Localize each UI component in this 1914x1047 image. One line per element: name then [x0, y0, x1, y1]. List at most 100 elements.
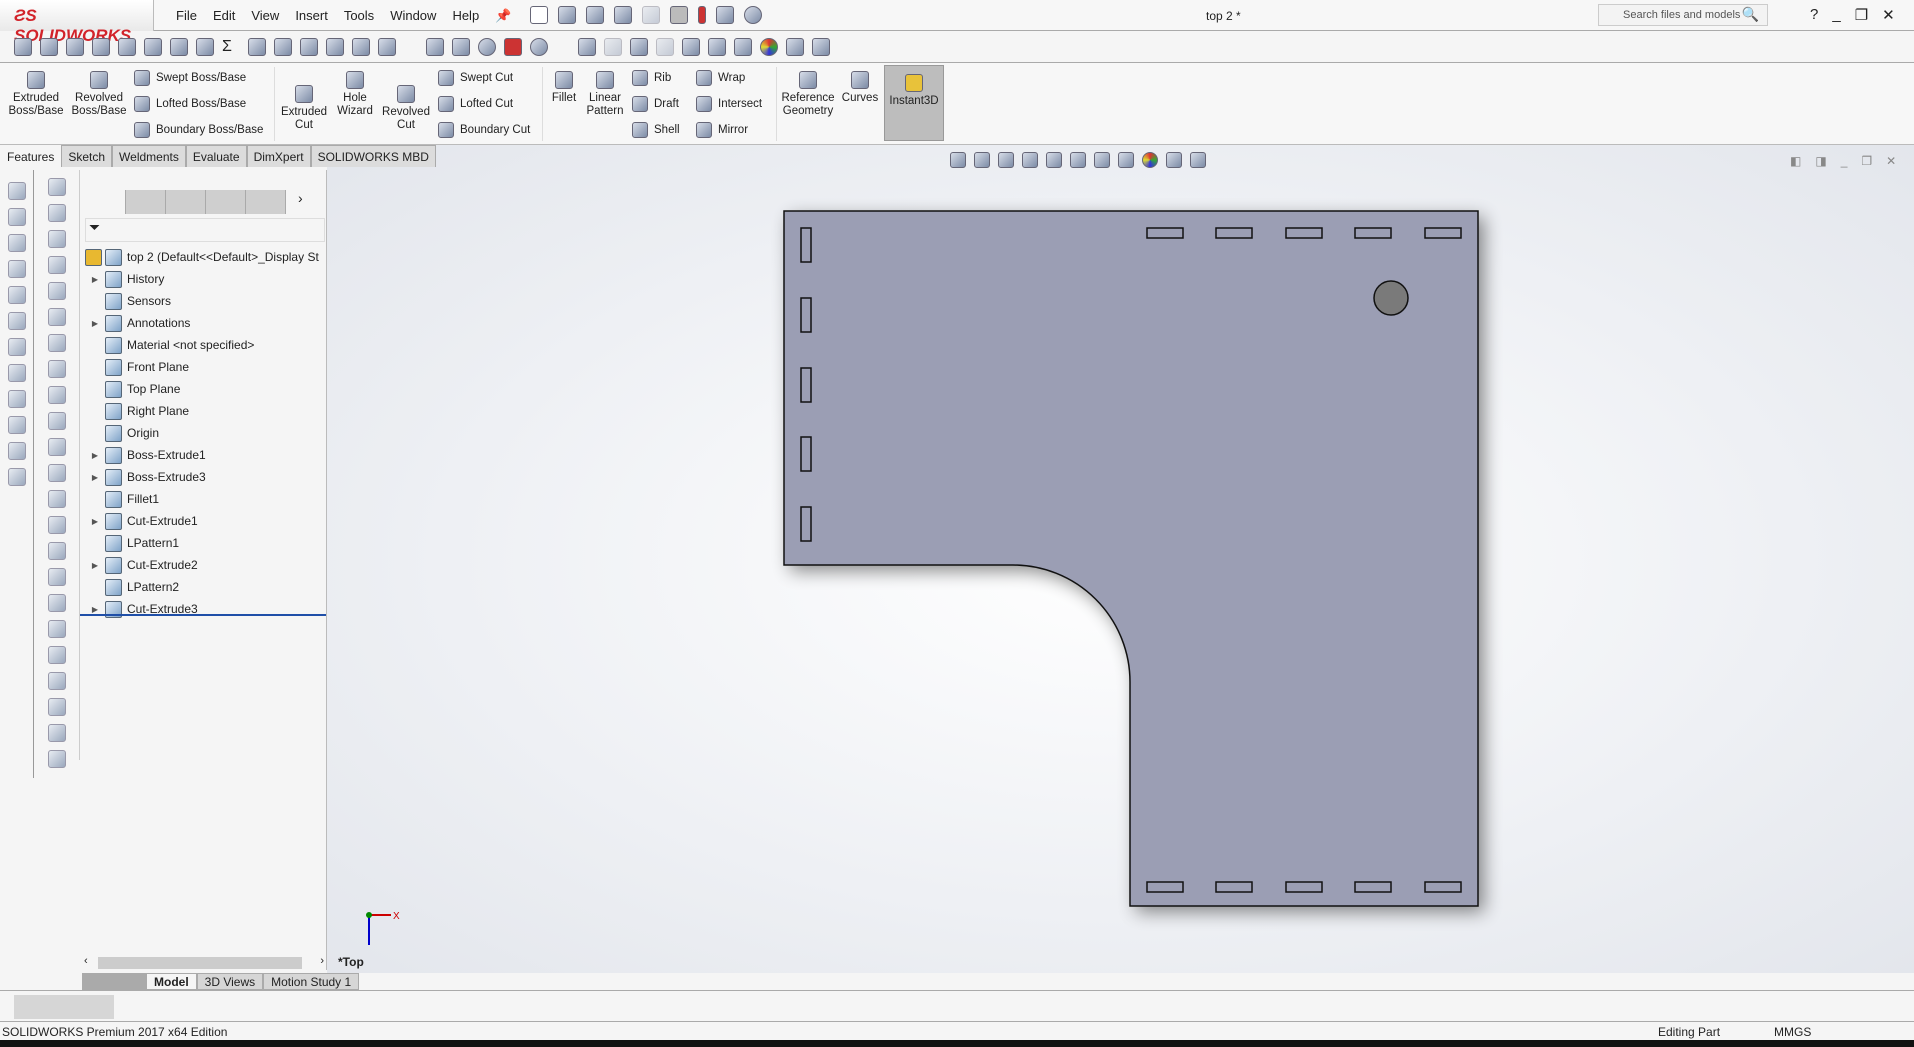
configuration-manager-tab[interactable] — [166, 190, 206, 214]
extruded-cut-button[interactable]: Extruded Cut — [278, 77, 330, 132]
dynamic-annotation-icon[interactable] — [1046, 152, 1062, 168]
expand-arrow-icon[interactable]: ▶ — [85, 319, 105, 328]
search-icon[interactable]: 🔍 — [1742, 6, 1759, 23]
tab-solidworks-mbd[interactable]: SOLIDWORKS MBD — [310, 145, 436, 167]
view-box-icon[interactable] — [8, 182, 26, 200]
close-button[interactable]: ✕ — [1882, 6, 1895, 24]
zoom-to-area-icon[interactable] — [974, 152, 990, 168]
tree-item[interactable]: ▶ Cut-Extrude2 — [85, 554, 325, 576]
display-style-icon[interactable] — [708, 38, 726, 56]
sketch-tool-icon[interactable] — [48, 438, 66, 456]
feature-manager-tab[interactable] — [86, 190, 126, 214]
save-icon[interactable] — [586, 6, 604, 24]
sketch-tool-icon[interactable] — [48, 204, 66, 222]
tree-item[interactable]: Top Plane — [85, 378, 325, 400]
rib-button[interactable]: Rib — [632, 70, 671, 86]
tree-horizontal-scrollbar[interactable]: ‹ › — [84, 955, 324, 970]
wrap-button[interactable]: Wrap — [696, 70, 745, 86]
viewport-restore-button[interactable]: ❐ — [1861, 154, 1872, 168]
previous-view-icon[interactable] — [998, 152, 1014, 168]
instant3d-button[interactable]: Instant3D — [884, 65, 944, 141]
sketch-tool-icon[interactable] — [48, 256, 66, 274]
extruded-boss-button[interactable]: Extruded Boss/Base — [6, 63, 66, 118]
office-icon[interactable] — [504, 38, 522, 56]
measure-icon[interactable] — [40, 38, 58, 56]
rebuild-icon[interactable] — [698, 6, 706, 24]
pin-icon[interactable]: 📌 — [495, 8, 511, 24]
tree-item[interactable]: ▶ Cut-Extrude1 — [85, 510, 325, 532]
view-box-icon[interactable] — [8, 260, 26, 278]
sketch-tool-icon[interactable] — [48, 646, 66, 664]
hole-cutout[interactable] — [1373, 280, 1409, 316]
paste-icon[interactable] — [8, 468, 26, 486]
tab-3d-views[interactable]: 3D Views — [196, 973, 264, 990]
tree-item[interactable]: LPattern2 — [85, 576, 325, 598]
tab-features[interactable]: Features — [0, 145, 62, 167]
tree-item[interactable]: ▶ Boss-Extrude3 — [85, 466, 325, 488]
fillet-button[interactable]: Fillet — [546, 63, 582, 105]
mass-properties-icon[interactable] — [66, 38, 84, 56]
view-orientation-icon[interactable] — [1070, 152, 1086, 168]
section-properties-icon[interactable] — [92, 38, 110, 56]
boundary-boss-button[interactable]: Boundary Boss/Base — [134, 122, 263, 138]
intersect-button[interactable]: Intersect — [696, 96, 762, 112]
copy-icon[interactable] — [8, 442, 26, 460]
chevron-right-icon[interactable]: › — [298, 190, 303, 214]
spell-check-icon[interactable] — [14, 38, 32, 56]
linear-pattern-button[interactable]: Linear Pattern — [584, 63, 626, 118]
edit-icon[interactable] — [8, 390, 26, 408]
expand-arrow-icon[interactable]: ▶ — [85, 473, 105, 482]
hole-wizard-button[interactable]: Hole Wizard — [332, 63, 378, 118]
display-manager-tab[interactable] — [246, 190, 286, 214]
sketch-tool-icon[interactable] — [48, 178, 66, 196]
draft-analysis-icon[interactable] — [248, 38, 266, 56]
sketch-tool-icon[interactable] — [48, 724, 66, 742]
sketch-tool-icon[interactable] — [48, 334, 66, 352]
dimxpert-manager-tab[interactable] — [206, 190, 246, 214]
part-viewport[interactable]: X — [327, 145, 1914, 973]
menu-tools[interactable]: Tools — [344, 8, 374, 24]
minimize-button[interactable]: _ — [1832, 6, 1840, 24]
revolved-cut-button[interactable]: Revolved Cut — [380, 77, 432, 132]
scene-icon[interactable] — [786, 38, 804, 56]
sketch-tool-icon[interactable] — [48, 672, 66, 690]
swept-boss-button[interactable]: Swept Boss/Base — [134, 70, 246, 86]
parting-line-icon[interactable] — [300, 38, 318, 56]
solidworks-logo[interactable]: ƧS SOLIDWORKS — [0, 0, 154, 45]
expand-arrow-icon[interactable]: ▶ — [85, 605, 105, 614]
file-properties-icon[interactable] — [716, 6, 734, 24]
revolved-boss-button[interactable]: Revolved Boss/Base — [70, 63, 128, 118]
sketch-tool-icon[interactable] — [48, 308, 66, 326]
tab-model[interactable]: Model — [146, 973, 197, 990]
swept-cut-button[interactable]: Swept Cut — [438, 70, 513, 86]
performance-icon[interactable] — [144, 38, 162, 56]
configuration-dropdown[interactable] — [14, 995, 114, 1019]
sketch-tool-icon[interactable] — [48, 750, 66, 768]
sketch-tool-icon[interactable] — [48, 620, 66, 638]
menu-insert[interactable]: Insert — [295, 8, 328, 24]
menu-help[interactable]: Help — [452, 8, 479, 24]
tile-right-icon[interactable]: ◨ — [1815, 154, 1826, 168]
new-file-icon[interactable] — [530, 6, 548, 24]
sketch-tool-icon[interactable] — [48, 412, 66, 430]
compare-icon[interactable] — [530, 38, 548, 56]
tree-filter[interactable]: ⏷ — [85, 218, 325, 242]
zebra-icon[interactable] — [452, 38, 470, 56]
menu-view[interactable]: View — [251, 8, 279, 24]
viewport-minimize-button[interactable]: _ — [1841, 154, 1848, 168]
mirror-button[interactable]: Mirror — [696, 122, 748, 138]
tile-left-icon[interactable]: ◧ — [1790, 154, 1801, 168]
print-icon[interactable] — [614, 6, 632, 24]
sketch-tool-icon[interactable] — [48, 360, 66, 378]
graphics-area[interactable]: X ◧ ◨ _ ❐ ✕ — [327, 145, 1914, 973]
select-icon[interactable] — [8, 364, 26, 382]
search-input[interactable]: Search files and models 🔍 — [1598, 4, 1768, 26]
sketch-tool-icon[interactable] — [48, 386, 66, 404]
lofted-boss-button[interactable]: Lofted Boss/Base — [134, 96, 246, 112]
draft-button[interactable]: Draft — [632, 96, 679, 112]
zoom-to-fit-icon[interactable] — [950, 152, 966, 168]
previous-view-icon[interactable] — [630, 38, 648, 56]
view-settings-icon[interactable] — [1190, 152, 1206, 168]
sketch-tool-icon[interactable] — [48, 594, 66, 612]
tab-sketch[interactable]: Sketch — [61, 145, 113, 167]
